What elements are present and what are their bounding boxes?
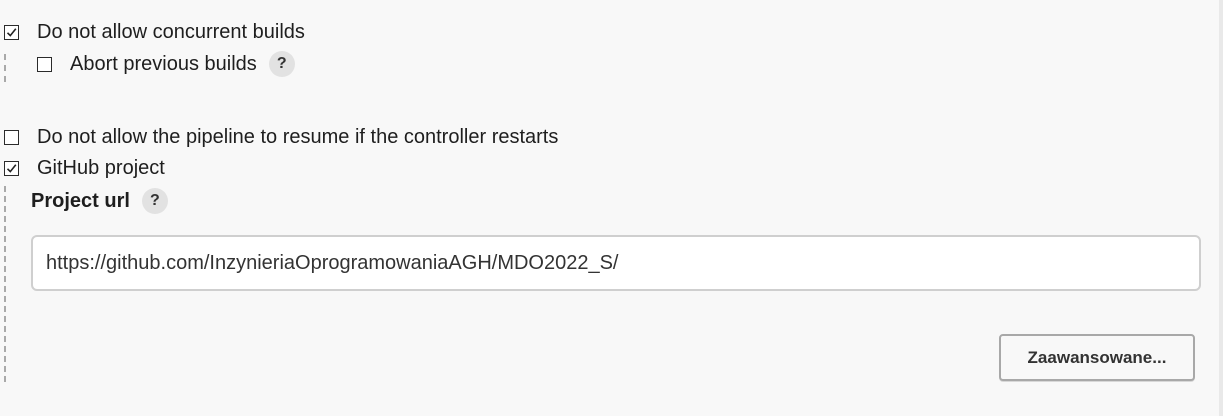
pipeline-config-panel: Do not allow concurrent builds Abort pre… — [0, 0, 1223, 416]
github-project-label[interactable]: GitHub project — [37, 157, 165, 180]
checkmark-icon — [6, 28, 17, 37]
abort-previous-builds-label[interactable]: Abort previous builds — [70, 53, 257, 76]
option-abort-previous-builds: Abort previous builds ? — [37, 51, 295, 77]
help-icon[interactable]: ? — [141, 188, 168, 214]
checkmark-icon — [6, 164, 17, 173]
option-no-resume: Do not allow the pipeline to resume if t… — [4, 126, 558, 149]
option-github-project: GitHub project — [4, 157, 165, 180]
no-concurrent-builds-checkbox[interactable] — [4, 25, 19, 40]
scrollbar[interactable] — [1219, 0, 1223, 416]
project-url-input[interactable] — [31, 235, 1201, 291]
github-project-checkbox[interactable] — [4, 161, 19, 176]
option-no-concurrent-builds: Do not allow concurrent builds — [4, 21, 305, 44]
advanced-button[interactable]: Zaawansowane... — [999, 334, 1195, 381]
no-resume-label[interactable]: Do not allow the pipeline to resume if t… — [37, 126, 558, 149]
help-icon[interactable]: ? — [268, 51, 295, 77]
project-url-row: Project url ? — [31, 188, 168, 214]
nested-options-divider — [4, 186, 6, 382]
nested-options-divider — [4, 54, 6, 82]
abort-previous-builds-checkbox[interactable] — [37, 56, 52, 72]
project-url-label: Project url — [31, 189, 130, 212]
no-concurrent-builds-label[interactable]: Do not allow concurrent builds — [37, 21, 305, 44]
no-resume-checkbox[interactable] — [4, 130, 19, 145]
